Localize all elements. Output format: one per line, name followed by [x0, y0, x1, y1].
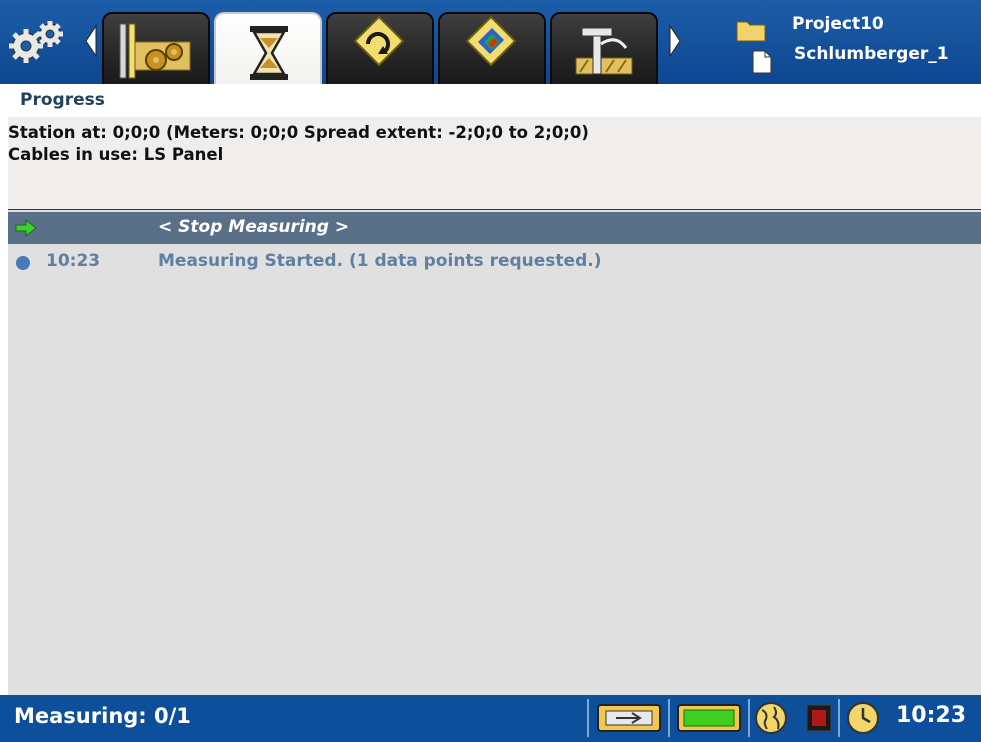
project-name: Project10 [792, 14, 884, 34]
log-message: Measuring Started. (1 data points reques… [158, 251, 602, 271]
list-item[interactable]: 10:23 Measuring Started. (1 data points … [8, 248, 981, 276]
electrode-ground-icon [575, 27, 633, 75]
battery-icon[interactable] [676, 701, 742, 735]
rollalong-arrow-icon [353, 15, 405, 67]
measuring-status-text: Measuring: 0/1 [14, 704, 191, 728]
cable-gears-icon [119, 23, 191, 79]
project-info[interactable]: Project10 Schlumberger_1 [734, 10, 981, 74]
power-connector-icon[interactable] [596, 701, 662, 735]
tab-results[interactable] [438, 12, 546, 84]
folder-icon [736, 21, 766, 42]
stop-measuring-label: < Stop Measuring > [158, 217, 350, 237]
tab-survey[interactable] [550, 12, 658, 84]
tab-progress[interactable] [214, 12, 322, 84]
status-clock-time: 10:23 [896, 703, 967, 728]
scroll-tabs-left-icon[interactable] [84, 24, 98, 58]
settings-gears-icon[interactable] [6, 14, 70, 68]
log-time: 10:23 [46, 251, 101, 271]
status-separator [748, 699, 750, 737]
tab-rollalong[interactable] [326, 12, 434, 84]
clock-icon[interactable] [846, 701, 880, 735]
document-icon [752, 50, 772, 74]
progress-log-list: < Stop Measuring > 10:23 Measuring Start… [8, 209, 981, 695]
status-separator [587, 699, 589, 737]
scroll-tabs-right-icon[interactable] [668, 24, 682, 58]
green-arrow-icon [15, 218, 37, 238]
bullet-dot-icon [16, 256, 30, 270]
station-location-text: Station at: 0;0;0 (Meters: 0;0;0 Spread … [8, 123, 589, 142]
tab-configuration[interactable] [102, 12, 210, 84]
status-separator [668, 699, 670, 737]
record-indicator-icon[interactable] [806, 701, 832, 735]
stop-measuring-row[interactable]: < Stop Measuring > [8, 212, 981, 244]
status-bar: Measuring: 0/1 10:23 [0, 695, 981, 742]
page-title: Progress [20, 90, 105, 110]
station-info-panel: Station at: 0;0;0 (Meters: 0;0;0 Spread … [8, 117, 981, 209]
cables-in-use-text: Cables in use: LS Panel [8, 145, 224, 164]
hourglass-icon [250, 26, 288, 80]
top-toolbar: Project10 Schlumberger_1 [0, 0, 981, 84]
status-separator [838, 699, 840, 737]
station-file-name: Schlumberger_1 [794, 44, 949, 64]
globe-icon[interactable] [754, 701, 788, 735]
inversion-map-icon [465, 15, 517, 67]
